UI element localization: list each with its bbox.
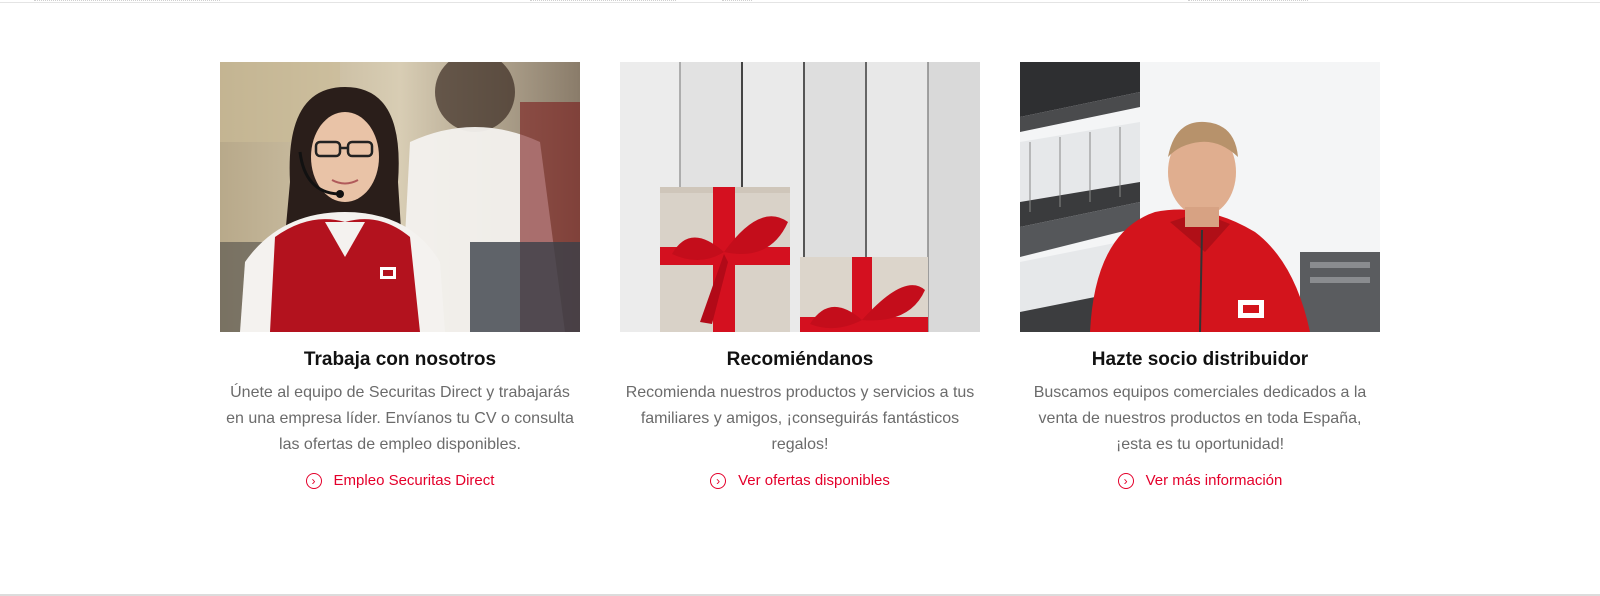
cards-section: Trabaja con nosotros Únete al equipo de … <box>220 62 1382 512</box>
card-description: Buscamos equipos comerciales dedicados a… <box>1033 384 1367 453</box>
card-title: Recomiéndanos <box>726 349 874 370</box>
link-label: Ver ofertas disponibles <box>738 472 890 489</box>
chevron-circle-right-icon: › <box>710 472 727 489</box>
card-description: Recomienda nuestros productos y servicio… <box>625 384 975 453</box>
offers-link[interactable]: › Ver ofertas disponibles <box>710 472 890 489</box>
card-recommend-us: Recomiéndanos Recomienda nuestros produc… <box>620 62 980 512</box>
top-divider <box>0 0 1600 3</box>
link-label: Ver más información <box>1145 472 1283 489</box>
card-title: Trabaja con nosotros <box>303 349 497 370</box>
more-info-link[interactable]: › Ver más información <box>1117 472 1283 489</box>
chevron-circle-right-icon: › <box>1117 472 1134 489</box>
card-description: Únete al equipo de Securitas Direct y tr… <box>226 384 574 453</box>
operator-headset-photo <box>220 62 580 332</box>
card-partner-distributor: Hazte socio distribuidor Buscamos equipo… <box>1020 62 1380 512</box>
gift-boxes-photo <box>620 62 980 332</box>
red-jacket-man-photo <box>1020 62 1380 332</box>
card-title: Hazte socio distribuidor <box>1091 349 1309 370</box>
link-label: Empleo Securitas Direct <box>333 472 495 489</box>
employment-link[interactable]: › Empleo Securitas Direct <box>305 472 495 489</box>
card-work-with-us: Trabaja con nosotros Únete al equipo de … <box>220 62 580 512</box>
chevron-circle-right-icon: › <box>305 472 322 489</box>
